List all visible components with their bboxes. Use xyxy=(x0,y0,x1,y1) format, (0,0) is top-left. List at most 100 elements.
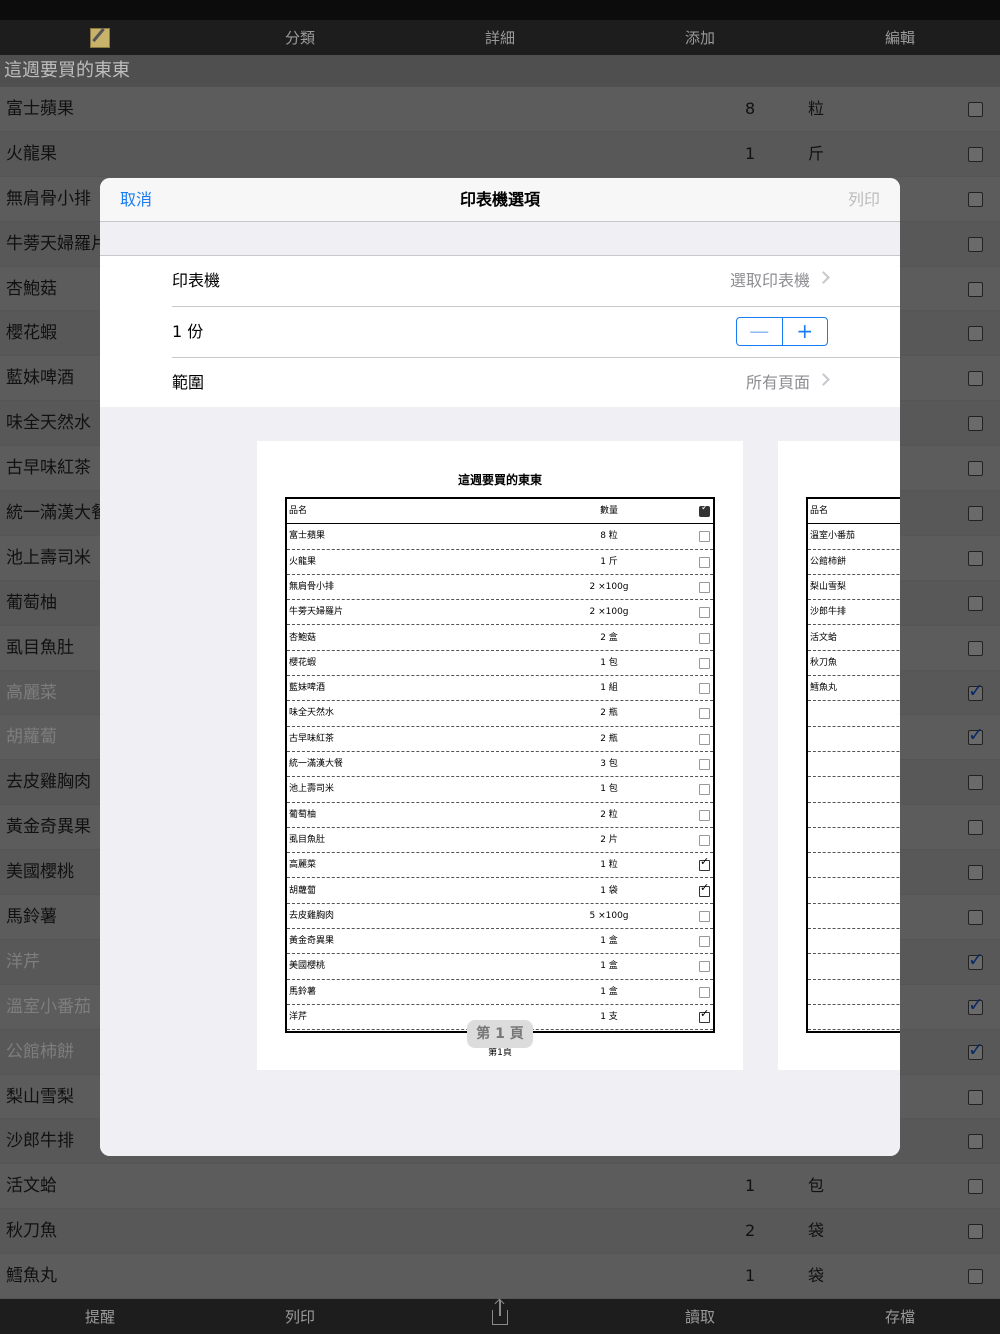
item-unit: 袋 xyxy=(808,1266,825,1286)
top-toolbar: 分類 詳細 添加 編輯 xyxy=(0,20,1000,55)
item-checkbox[interactable] xyxy=(968,1134,983,1150)
preview-table-row: 杏鮑菇 2 盒 xyxy=(287,626,713,651)
item-checkbox[interactable] xyxy=(968,595,983,611)
preview-title: 這週要買的東東 xyxy=(457,473,542,487)
preview-item-checkbox xyxy=(699,531,710,543)
item-checkbox[interactable] xyxy=(968,326,983,342)
list-item[interactable]: 富士蘋果 8 粒 xyxy=(0,87,1000,132)
range-row[interactable]: 範圍 所有頁面 xyxy=(172,358,830,408)
item-checkbox[interactable] xyxy=(968,191,983,207)
preview-table-row xyxy=(808,777,900,803)
item-checkbox[interactable] xyxy=(968,680,984,702)
item-checkbox[interactable] xyxy=(968,371,983,387)
preview-item-qty: 8 粒 xyxy=(600,531,618,542)
edit-button[interactable]: 編輯 xyxy=(800,27,1000,48)
item-checkbox[interactable] xyxy=(968,1269,983,1285)
detail-button[interactable]: 詳細 xyxy=(400,27,600,48)
item-checkbox[interactable] xyxy=(968,775,983,791)
preview-item-checkbox xyxy=(699,834,710,846)
item-unit: 包 xyxy=(808,1176,825,1196)
printer-label: 印表機 xyxy=(172,271,221,290)
save-button[interactable]: 存檔 xyxy=(800,1306,1000,1327)
list-item[interactable]: 鱈魚丸 1 袋 xyxy=(0,1254,1000,1300)
item-checkbox[interactable] xyxy=(968,1224,983,1240)
item-checkbox[interactable] xyxy=(968,865,983,881)
item-checkbox[interactable] xyxy=(968,994,984,1016)
preview-table-row: 池上壽司米 1 包 xyxy=(287,777,713,803)
preview-item-checkbox xyxy=(699,759,710,770)
preview-page-1[interactable]: 這週要買的東東 品名數量富士蘋果8 粒火龍果1 斤無肩骨小排2 ×100g牛蒡天… xyxy=(257,441,743,1070)
item-qty: 1 xyxy=(745,143,756,163)
preview-table-row: 去皮雞胸肉 5 ×100g xyxy=(287,904,713,930)
preview-item-qty: 1 盒 xyxy=(600,961,618,972)
item-checkbox[interactable] xyxy=(968,724,984,746)
item-unit: 袋 xyxy=(808,1221,825,1241)
preview-item-checkbox xyxy=(699,556,710,568)
item-name: 富士蘋果 xyxy=(6,99,74,119)
increment-button[interactable]: + xyxy=(783,318,828,345)
preview-item-qty: 2 瓶 xyxy=(600,708,618,719)
compose-icon xyxy=(90,27,110,48)
list-item[interactable]: 秋刀魚 2 袋 xyxy=(0,1209,1000,1255)
preview-table-row xyxy=(808,853,900,879)
preview-page-2[interactable]: 品名 溫室小番茄 公館柿餅 梨山雪梨 沙郎牛排 活文蛤 秋刀魚 鱈魚丸 xyxy=(778,441,900,1070)
preview-table-row xyxy=(808,879,900,904)
preview-table-row: 沙郎牛排 xyxy=(808,600,900,626)
item-checkbox[interactable] xyxy=(968,102,983,117)
list-item[interactable]: 活文蛤 1 包 xyxy=(0,1164,1000,1210)
preview-table-row: 葡萄柚 2 粒 xyxy=(287,803,713,828)
preview-item-qty: 5 ×100g xyxy=(589,910,629,921)
item-checkbox[interactable] xyxy=(968,461,983,477)
item-name: 味全天然水 xyxy=(6,413,91,434)
item-name: 去皮雞胸肉 xyxy=(6,772,91,793)
range-label: 範圍 xyxy=(172,373,205,392)
preview-item-qty: 1 袋 xyxy=(600,885,618,896)
remind-button[interactable]: 提醒 xyxy=(0,1306,200,1327)
range-value: 所有頁面 xyxy=(745,373,810,392)
item-checkbox[interactable] xyxy=(968,1179,983,1195)
decrement-button[interactable]: — xyxy=(737,318,783,345)
item-qty: 8 xyxy=(745,99,756,118)
item-name: 藍妹啤酒 xyxy=(6,368,74,389)
item-checkbox[interactable] xyxy=(968,640,983,656)
load-button[interactable]: 讀取 xyxy=(600,1306,800,1327)
item-checkbox[interactable] xyxy=(968,416,983,432)
item-checkbox[interactable] xyxy=(968,146,983,162)
bottom-toolbar: 提醒 列印 讀取 存檔 xyxy=(0,1299,1000,1334)
item-checkbox[interactable] xyxy=(968,820,983,836)
preview-item-checkbox xyxy=(699,961,710,973)
item-checkbox[interactable] xyxy=(968,910,983,926)
copies-stepper[interactable]: — + xyxy=(736,317,828,346)
item-checkbox[interactable] xyxy=(968,949,984,971)
preview-table-header: 品名 xyxy=(808,499,900,525)
preview-item-qty: 1 包 xyxy=(600,657,618,668)
preview-item-name: 沙郎牛排 xyxy=(810,607,847,618)
section-header: 這週要買的東東 xyxy=(0,55,1000,87)
item-checkbox[interactable] xyxy=(968,506,983,522)
preview-item-name: 去皮雞胸肉 xyxy=(289,910,335,921)
item-checkbox[interactable] xyxy=(968,550,983,566)
add-button[interactable]: 添加 xyxy=(600,27,800,48)
share-icon xyxy=(492,1299,508,1325)
share-button[interactable] xyxy=(400,1299,600,1326)
print-confirm-button[interactable]: 列印 xyxy=(848,178,880,221)
list-item[interactable]: 火龍果 1 斤 xyxy=(0,131,1000,177)
item-checkbox[interactable] xyxy=(968,1089,983,1105)
item-checkbox[interactable] xyxy=(968,236,983,252)
preview-item-name: 古早味紅茶 xyxy=(289,733,335,744)
item-name: 活文蛤 xyxy=(6,1176,57,1197)
print-button[interactable]: 列印 xyxy=(200,1306,400,1327)
item-checkbox[interactable] xyxy=(968,281,983,297)
compose-button[interactable] xyxy=(0,27,200,48)
item-checkbox[interactable] xyxy=(968,1039,984,1061)
preview-item-name: 藍妹啤酒 xyxy=(289,683,326,694)
preview-item-name: 統一滿漢大餐 xyxy=(289,759,344,769)
preview-item-name: 黃金奇異果 xyxy=(289,936,335,947)
chevron-right-icon xyxy=(817,373,830,386)
printer-row[interactable]: 印表機 選取印表機 xyxy=(172,256,830,306)
preview-table-row: 秋刀魚 xyxy=(808,651,900,677)
preview-item-checkbox xyxy=(699,607,710,619)
item-name: 梨山雪梨 xyxy=(6,1086,74,1107)
category-button[interactable]: 分類 xyxy=(200,27,400,48)
preview-item-qty: 1 斤 xyxy=(600,556,618,567)
